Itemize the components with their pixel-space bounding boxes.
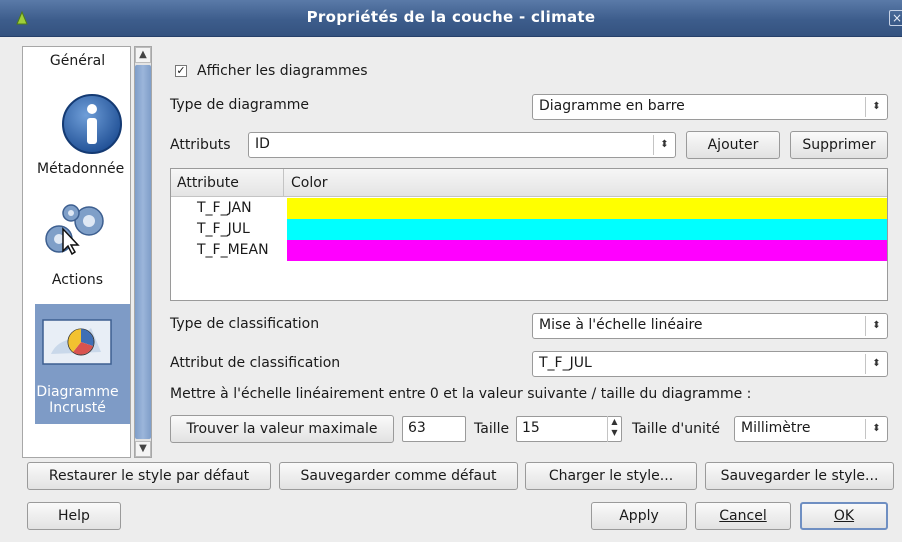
chevron-updown-icon: ⬍ [865, 97, 887, 117]
ok-button[interactable]: OK [800, 502, 888, 530]
add-attribute-button[interactable]: Ajouter [686, 131, 780, 159]
info-icon [62, 94, 122, 154]
attribute-color-table: Attribute Color T_F_JAN T_F_JUL T_F_MEAN [170, 168, 888, 301]
attributes-select[interactable]: ID ⬍ [248, 132, 676, 158]
diagram-type-label: Type de diagramme [170, 97, 310, 113]
scale-description: Mettre à l'échelle linéairement entre 0 … [170, 386, 752, 402]
restore-default-style-button[interactable]: Restaurer le style par défaut [27, 462, 271, 490]
scrollbar-thumb[interactable] [135, 65, 151, 439]
sidebar-scrollbar[interactable]: ▲ ▼ [134, 46, 152, 458]
window-title: Propriétés de la couche - climate [306, 8, 596, 26]
gears-icon [45, 204, 104, 256]
classification-attribute-select[interactable]: T_F_JUL ⬍ [532, 351, 888, 377]
sidebar-item-general[interactable]: Général [23, 53, 130, 69]
sidebar-item-metadata[interactable]: Métadonnée [23, 161, 130, 177]
sidebar-item-label: Général [49, 53, 106, 69]
sidebar-item-label: Actions [51, 272, 104, 288]
table-row[interactable]: T_F_JAN [171, 198, 887, 219]
chevron-updown-icon: ⬍ [653, 135, 675, 155]
title-bar[interactable]: Propriétés de la couche - climate × [0, 0, 902, 37]
save-style-button[interactable]: Sauvegarder le style... [705, 462, 894, 490]
sidebar-item-actions[interactable]: Actions [23, 272, 130, 288]
attribute-cell: T_F_JUL [197, 221, 250, 237]
attributes-value: ID [255, 136, 270, 152]
classification-type-value: Mise à l'échelle linéaire [539, 317, 703, 333]
find-max-value-button[interactable]: Trouver la valeur maximale [170, 415, 394, 443]
show-diagrams-label: Afficher les diagrammes [197, 63, 368, 79]
table-header: Attribute Color [171, 169, 887, 197]
column-header-attribute[interactable]: Attribute [177, 175, 239, 191]
attributes-label: Attributs [170, 137, 231, 153]
table-row[interactable]: T_F_MEAN [171, 240, 887, 261]
chevron-updown-icon: ⬍ [865, 316, 887, 336]
help-button[interactable]: Help [27, 502, 121, 530]
spin-arrows-icon[interactable]: ▲ ▼ [607, 416, 621, 442]
chevron-updown-icon: ⬍ [865, 354, 887, 374]
table-row[interactable]: T_F_JUL [171, 219, 887, 240]
diagram-map-icon [42, 319, 112, 365]
diagram-type-value: Diagramme en barre [539, 98, 685, 114]
color-swatch[interactable] [287, 219, 887, 240]
color-swatch[interactable] [287, 198, 887, 219]
color-swatch[interactable] [287, 240, 887, 261]
attribute-cell: T_F_MEAN [197, 242, 269, 258]
attribute-cell: T_F_JAN [197, 200, 252, 216]
size-label: Taille [474, 421, 510, 437]
load-style-button[interactable]: Charger le style... [525, 462, 697, 490]
classification-attribute-value: T_F_JUL [539, 355, 592, 371]
size-value: 15 [522, 420, 540, 436]
sidebar-item-label: Diagramme Incrusté [36, 384, 119, 416]
size-spinbox[interactable]: 15 ▲ ▼ [516, 416, 622, 442]
show-diagrams-checkbox[interactable]: ✓ [175, 65, 187, 77]
column-header-color[interactable]: Color [291, 175, 328, 191]
scroll-up-icon[interactable]: ▲ [135, 47, 151, 63]
classification-type-label: Type de classification [170, 316, 320, 332]
save-as-default-button[interactable]: Sauvegarder comme défaut [279, 462, 518, 490]
diagram-type-select[interactable]: Diagramme en barre ⬍ [532, 94, 888, 120]
cancel-button[interactable]: Cancel [695, 502, 791, 530]
sidebar-item-diagram[interactable]: Diagramme Incrusté [35, 304, 130, 424]
classification-attribute-label: Attribut de classification [170, 355, 341, 371]
sidebar: Général Métadonnée Actions Diagramme Inc… [22, 46, 131, 458]
unit-select[interactable]: Millimètre ⬍ [734, 416, 888, 442]
unit-value: Millimètre [741, 420, 811, 436]
unit-size-label: Taille d'unité [632, 421, 721, 437]
max-value-field[interactable]: 63 [402, 416, 466, 442]
apply-button[interactable]: Apply [591, 502, 687, 530]
sidebar-item-label: Métadonnée [37, 161, 125, 177]
chevron-updown-icon: ⬍ [865, 419, 887, 439]
classification-type-select[interactable]: Mise à l'échelle linéaire ⬍ [532, 313, 888, 339]
remove-attribute-button[interactable]: Supprimer [790, 131, 888, 159]
scroll-down-icon[interactable]: ▼ [135, 441, 151, 457]
close-icon[interactable]: × [889, 10, 902, 26]
